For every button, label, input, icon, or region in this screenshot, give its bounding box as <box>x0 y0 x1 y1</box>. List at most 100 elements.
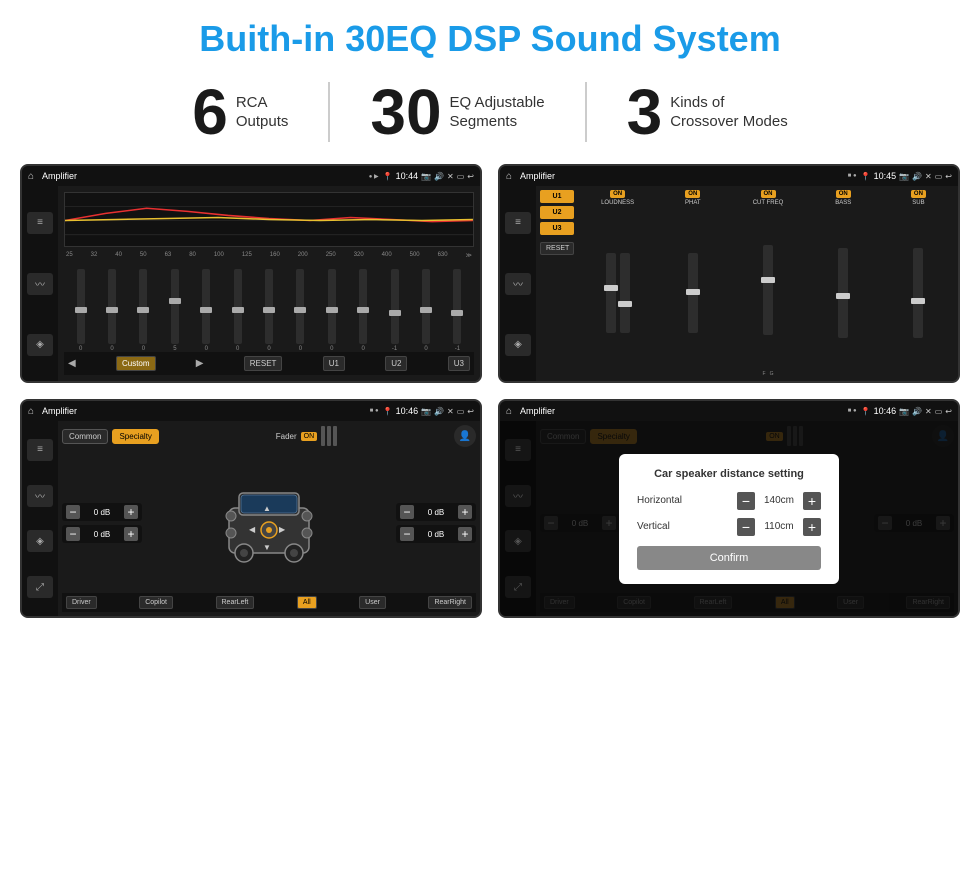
stat-text-rca: RCAOutputs <box>236 93 289 132</box>
amp-section-bass: ON BASS <box>808 190 879 377</box>
loudness-slider-1[interactable] <box>606 253 616 333</box>
left-db-val-2: 0 dB <box>83 530 121 539</box>
back-icon-2: ↩ <box>945 172 952 181</box>
horizontal-minus-btn[interactable]: − <box>737 492 755 510</box>
channel-u2-btn[interactable]: U2 <box>540 206 574 219</box>
distance-dialog: Car speaker distance setting Horizontal … <box>619 454 839 584</box>
stat-crossover: 3 Kinds ofCrossover Modes <box>587 80 828 144</box>
eq-u3-btn[interactable]: U3 <box>448 356 470 371</box>
svg-text:◀: ◀ <box>249 525 256 534</box>
status-icons-1: 📍 10:44 📷 🔊 ✕ ▭ ↩ <box>383 171 474 181</box>
rearright-btn-3[interactable]: RearRight <box>428 596 472 609</box>
screens-grid: ⌂ Amplifier ● ▶ 📍 10:44 📷 🔊 ✕ ▭ ↩ ≡ 〰 ◈ <box>0 154 980 628</box>
sub-slider[interactable] <box>913 248 923 338</box>
amp-sliders-area: ON LOUDNESS <box>582 190 954 377</box>
driver-btn-3[interactable]: Driver <box>66 596 97 609</box>
status-icons-3: 📍 10:46 📷 🔊 ✕ ▭ ↩ <box>383 406 474 416</box>
volume-icon-4: 🔊 <box>912 407 922 416</box>
phat-label: PHAT <box>685 200 701 206</box>
volume-icon-1: 🔊 <box>434 172 444 181</box>
phat-slider[interactable] <box>688 253 698 333</box>
crossover-main: Common Specialty Fader ON 👤 <box>58 421 480 616</box>
left-plus-1[interactable]: + <box>124 505 138 519</box>
screen3-time: 10:46 <box>396 406 419 416</box>
side-icons-2: ≡ 〰 ◈ <box>500 186 536 381</box>
vertical-plus-btn[interactable]: + <box>803 518 821 536</box>
horizontal-plus-btn[interactable]: + <box>803 492 821 510</box>
status-bar-3: ⌂ Amplifier ■ ● 📍 10:46 📷 🔊 ✕ ▭ ↩ <box>22 401 480 421</box>
vertical-control: − 110cm + <box>737 518 821 536</box>
copilot-btn-3[interactable]: Copilot <box>139 596 173 609</box>
horizontal-label: Horizontal <box>637 495 697 506</box>
channel-u3-btn[interactable]: U3 <box>540 222 574 235</box>
eq-u2-btn[interactable]: U2 <box>385 356 407 371</box>
left-minus-1[interactable]: − <box>66 505 80 519</box>
loudness-slider-2[interactable] <box>620 253 630 333</box>
rearleft-btn-3[interactable]: RearLeft <box>216 596 255 609</box>
screen1-body: ≡ 〰 ◈ <box>22 186 480 381</box>
stat-number-crossover: 3 <box>627 80 663 144</box>
eq-next-btn[interactable]: ▶ <box>196 358 204 369</box>
screen4-title: Amplifier <box>520 406 844 416</box>
profile-icon-3[interactable]: 👤 <box>454 425 476 447</box>
bottom-labels-3: Driver Copilot RearLeft All User RearRig… <box>62 593 476 612</box>
wave-icon-3[interactable]: 〰 <box>27 485 53 507</box>
close-icon-3: ✕ <box>447 407 454 416</box>
wave-icon[interactable]: 〰 <box>27 273 53 295</box>
wave-icon-2[interactable]: 〰 <box>505 273 531 295</box>
dot-icon-1: ● ▶ <box>369 173 379 180</box>
left-minus-2[interactable]: − <box>66 527 80 541</box>
tab-specialty-3[interactable]: Specialty <box>112 429 158 444</box>
screen1-title: Amplifier <box>42 171 365 181</box>
left-speaker-col: − 0 dB + − 0 dB + <box>62 503 142 543</box>
dot-icon-2: ■ ● <box>848 173 857 179</box>
speaker-icon-2[interactable]: ◈ <box>505 334 531 356</box>
eq-sliders: 0 0 0 5 0 0 0 0 0 0 -1 0 -1 <box>64 260 474 352</box>
eq-icon-2[interactable]: ≡ <box>505 212 531 234</box>
dialog-title: Car speaker distance setting <box>637 468 821 480</box>
home-icon-3: ⌂ <box>28 406 34 417</box>
eq-graph <box>64 192 474 247</box>
fader-label-3: Fader <box>276 432 297 441</box>
bass-slider[interactable] <box>838 248 848 338</box>
channel-u1-btn[interactable]: U1 <box>540 190 574 203</box>
amp-reset-btn[interactable]: RESET <box>540 242 574 255</box>
right-plus-1[interactable]: + <box>458 505 472 519</box>
right-minus-2[interactable]: − <box>400 527 414 541</box>
fader-row-3: Fader ON <box>276 426 337 446</box>
right-plus-2[interactable]: + <box>458 527 472 541</box>
tab-common-3[interactable]: Common <box>62 429 108 444</box>
vertical-minus-btn[interactable]: − <box>737 518 755 536</box>
left-db-row-1: − 0 dB + <box>62 503 142 521</box>
cutfreq-slider[interactable] <box>763 245 773 335</box>
horizontal-row: Horizontal − 140cm + <box>637 492 821 510</box>
user-btn-3[interactable]: User <box>359 596 386 609</box>
window-icon-3: ▭ <box>457 407 465 416</box>
stat-text-eq: EQ AdjustableSegments <box>450 93 545 132</box>
eq-reset-btn[interactable]: RESET <box>244 356 283 371</box>
dot-icon-3: ■ ● <box>370 408 379 414</box>
speaker-icon[interactable]: ◈ <box>27 334 53 356</box>
all-btn-3[interactable]: All <box>297 596 317 609</box>
cutfreq-on: ON <box>761 190 776 198</box>
dot-icon-4: ■ ● <box>848 408 857 414</box>
eq-prev-btn[interactable]: ◀ <box>68 358 76 369</box>
status-bar-4: ⌂ Amplifier ■ ● 📍 10:46 📷 🔊 ✕ ▭ ↩ <box>500 401 958 421</box>
location-icon-1: 📍 <box>383 172 393 181</box>
eq-bottom-bar: ◀ Custom ▶ RESET U1 U2 U3 <box>64 352 474 375</box>
expand-icon-3[interactable]: ⤢ <box>27 576 53 598</box>
screen2-title: Amplifier <box>520 171 844 181</box>
phat-on: ON <box>685 190 700 198</box>
status-bar-1: ⌂ Amplifier ● ▶ 📍 10:44 📷 🔊 ✕ ▭ ↩ <box>22 166 480 186</box>
right-minus-1[interactable]: − <box>400 505 414 519</box>
cutfreq-label: CUT FREQ <box>753 200 784 206</box>
left-plus-2[interactable]: + <box>124 527 138 541</box>
stat-text-crossover: Kinds ofCrossover Modes <box>670 93 788 132</box>
camera-icon-3: 📷 <box>421 407 431 416</box>
speaker-icon-3[interactable]: ◈ <box>27 530 53 552</box>
screen-amp: ⌂ Amplifier ■ ● 📍 10:45 📷 🔊 ✕ ▭ ↩ ≡ 〰 ◈ <box>498 164 960 383</box>
eq-icon[interactable]: ≡ <box>27 212 53 234</box>
eq-icon-3[interactable]: ≡ <box>27 439 53 461</box>
eq-u1-btn[interactable]: U1 <box>323 356 345 371</box>
confirm-button[interactable]: Confirm <box>637 546 821 570</box>
